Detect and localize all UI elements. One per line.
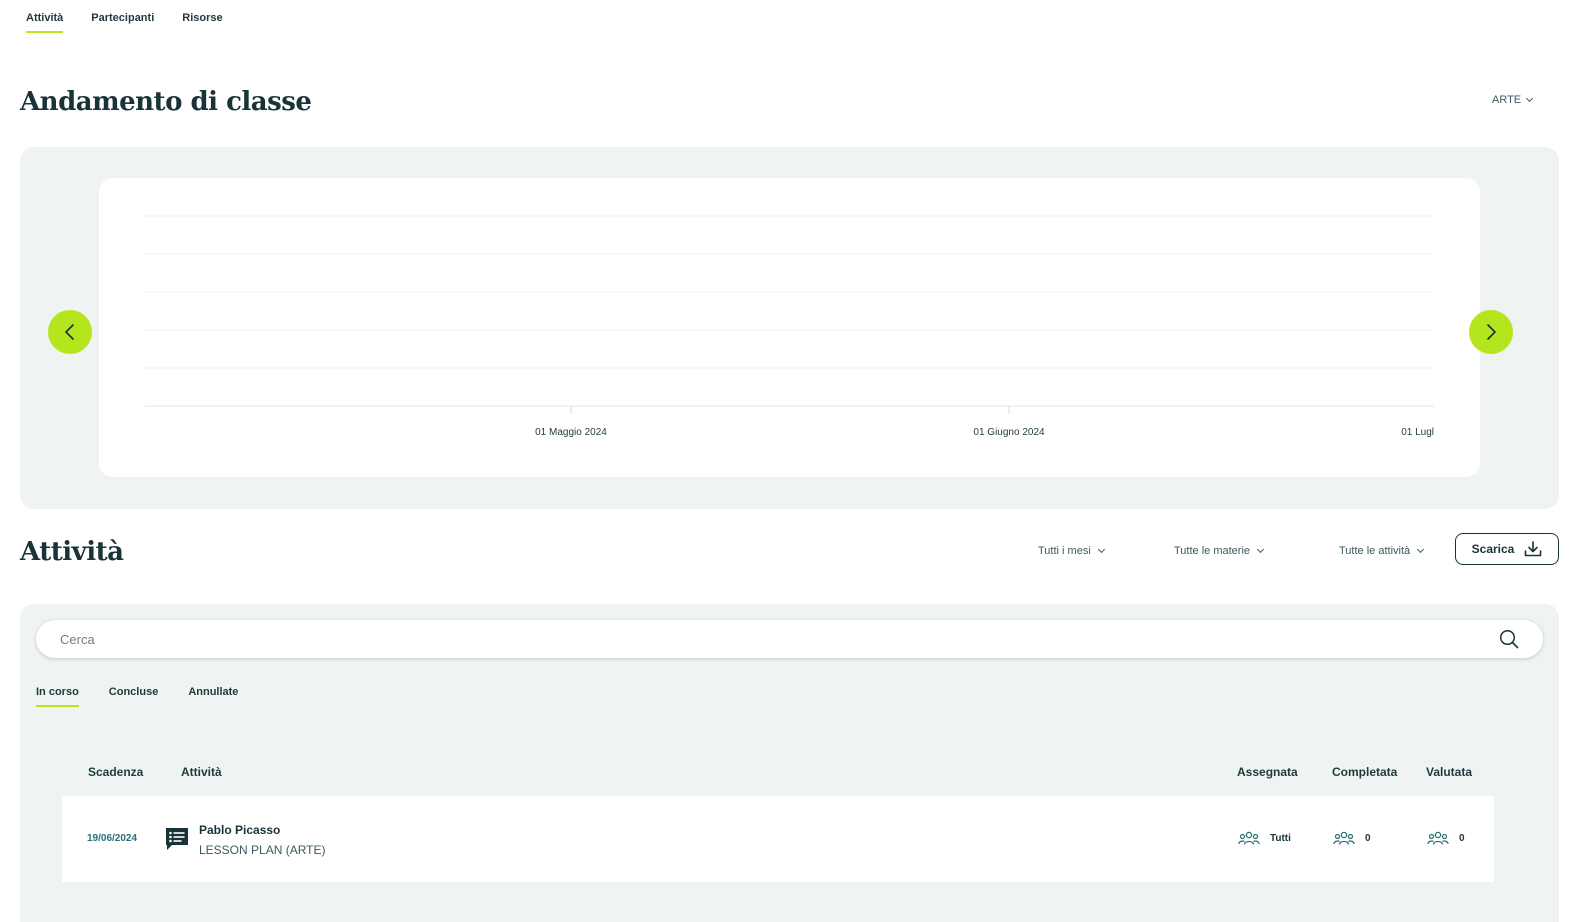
subject-select-value: ARTE (1492, 94, 1522, 106)
search-icon[interactable] (1499, 629, 1519, 654)
search-input[interactable] (60, 620, 1460, 658)
months-filter-value: Tutti i mesi (1038, 545, 1091, 557)
next-period-button[interactable] (1469, 310, 1513, 354)
status-tabs: In corso Concluse Annullate (36, 686, 238, 707)
graded-stat: 0 (1427, 830, 1465, 846)
activity-type: LESSON PLAN (ARTE) (199, 843, 326, 857)
group-icon (1238, 831, 1260, 845)
subjects-filter-value: Tutte le materie (1174, 545, 1251, 557)
activities-filter-value: Tutte le attività (1339, 545, 1411, 557)
chart-card: 01 Maggio 2024 01 Giugno 2024 01 Lugl (99, 178, 1480, 477)
activities-panel: In corso Concluse Annullate Scadenza Att… (20, 604, 1559, 922)
activities-filter[interactable]: Tutte le attività (1339, 545, 1425, 557)
tab-risorse[interactable]: Risorse (182, 12, 222, 30)
chevron-down-icon (1256, 545, 1265, 554)
x-tick-label: 01 Giugno 2024 (973, 427, 1045, 438)
chart-panel: 01 Maggio 2024 01 Giugno 2024 01 Lugl (20, 147, 1559, 509)
download-button[interactable]: Scarica (1455, 533, 1559, 565)
tab-partecipanti[interactable]: Partecipanti (91, 12, 154, 30)
chevron-right-icon (1487, 324, 1496, 340)
assigned-stat: Tutti (1238, 830, 1291, 846)
chevron-down-icon (1097, 545, 1105, 554)
top-tabs: Attività Partecipanti Risorse (26, 12, 223, 33)
activity-title[interactable]: Pablo Picasso (199, 823, 280, 837)
subject-select[interactable]: ARTE (1492, 94, 1534, 106)
table-row[interactable]: 19/06/2024 Pablo Picasso LESSON PLAN (AR… (62, 796, 1494, 882)
tab-in-corso[interactable]: In corso (36, 686, 79, 707)
tab-annullate[interactable]: Annullate (188, 686, 238, 704)
column-header-graded[interactable]: Valutata (1426, 765, 1472, 779)
download-icon (1525, 541, 1542, 557)
due-date: 19/06/2024 (87, 833, 138, 844)
column-header-due[interactable]: Scadenza (88, 765, 143, 779)
column-header-assigned[interactable]: Assegnata (1237, 765, 1298, 779)
tab-concluse[interactable]: Concluse (109, 686, 159, 704)
column-header-completed[interactable]: Completata (1332, 765, 1397, 779)
x-tick-label: 01 Lugl (1401, 427, 1434, 438)
assigned-value: Tutti (1270, 832, 1291, 844)
column-header-activity[interactable]: Attività (181, 765, 222, 779)
subjects-filter[interactable]: Tutte le materie (1174, 545, 1265, 557)
activities-title: Attività (20, 537, 124, 567)
completed-value: 0 (1365, 832, 1371, 844)
completed-stat: 0 (1333, 830, 1371, 846)
chevron-left-icon (65, 324, 74, 340)
download-button-label: Scarica (1471, 542, 1515, 556)
group-icon (1333, 831, 1355, 845)
previous-period-button[interactable] (48, 310, 92, 354)
months-filter[interactable]: Tutti i mesi (1038, 545, 1105, 557)
group-icon (1427, 831, 1449, 845)
trend-title: Andamento di classe (20, 87, 312, 117)
graded-value: 0 (1459, 832, 1465, 844)
search-bar (36, 620, 1543, 658)
lesson-plan-icon (164, 826, 190, 857)
tab-attivita[interactable]: Attività (26, 12, 64, 33)
chevron-down-icon (1417, 545, 1425, 554)
x-tick-label: 01 Maggio 2024 (535, 427, 607, 438)
chevron-down-icon (1526, 94, 1534, 103)
trend-chart: 01 Maggio 2024 01 Giugno 2024 01 Lugl (145, 215, 1434, 438)
